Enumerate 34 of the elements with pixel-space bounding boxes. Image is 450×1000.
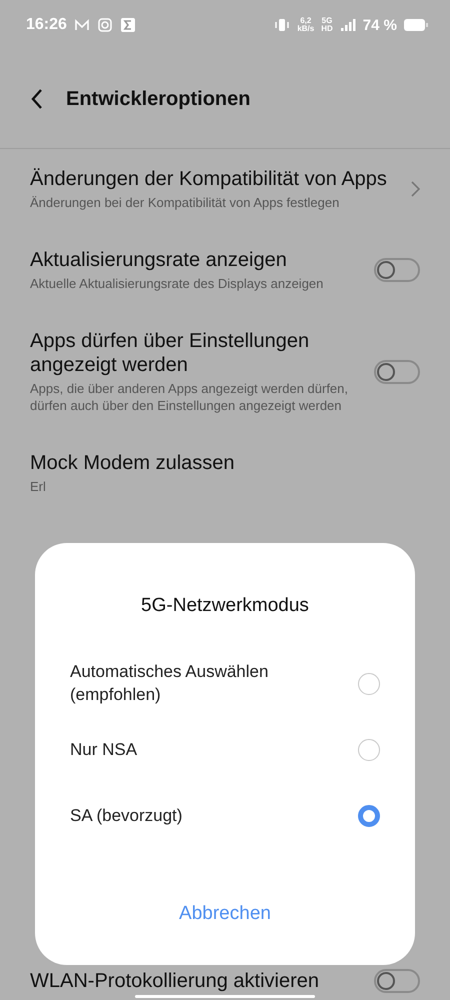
page-title: Entwickleroptionen [66, 88, 250, 110]
toggle-switch[interactable] [374, 258, 420, 282]
toggle-switch[interactable] [374, 360, 420, 384]
setting-title: WLAN-Protokollierung aktivieren [30, 969, 320, 993]
setting-description: Änderungen bei der Kompatibilität von Apps festlegen [30, 195, 340, 212]
speed-unit: kB/s [297, 25, 314, 33]
dialog-title: 5G-Netzwerkmodus [140, 595, 310, 617]
chevron-right-icon[interactable] [411, 181, 420, 198]
radio-button[interactable] [358, 673, 380, 695]
clock-time: 16:26 [26, 16, 67, 34]
setting-description: Apps, die über anderen Apps angezeigt werden dürfen, dürfen auch über den Einstellungen angezeigt werden [30, 380, 350, 415]
battery-icon [404, 19, 428, 31]
network-quality: HD [321, 25, 333, 33]
radio-button[interactable] [358, 805, 380, 827]
setting-title: Apps dürfen über Einstellungen angezeigt werden [30, 328, 310, 377]
mail-icon [74, 17, 90, 33]
setting-description: Aktuelle Aktualisierungsrate des Displays anzeigen [30, 276, 324, 293]
vibrate-icon [274, 17, 290, 33]
option-label[interactable]: Nur NSA [70, 738, 342, 762]
option-label[interactable]: Automatisches Auswählen (empfohlen) [70, 661, 342, 707]
radio-button[interactable] [358, 739, 380, 761]
battery-percent: 74 % [362, 16, 397, 34]
setting-title: Aktualisierungsrate anzeigen [30, 248, 288, 272]
back-icon[interactable] [30, 88, 44, 110]
sigma-icon [120, 17, 136, 33]
option-label[interactable]: SA (bevorzugt) [70, 804, 342, 828]
setting-title: Änderungen der Kompatibilität von Apps [30, 167, 388, 191]
camera-icon [96, 17, 113, 33]
setting-title: Mock Modem zulassen [30, 450, 236, 475]
network-type: 5G [322, 17, 332, 25]
setting-description: Erl [30, 478, 47, 496]
speed-value: 6,2 [300, 17, 312, 25]
toggle-switch[interactable] [374, 969, 420, 993]
signal-icon [340, 17, 356, 33]
